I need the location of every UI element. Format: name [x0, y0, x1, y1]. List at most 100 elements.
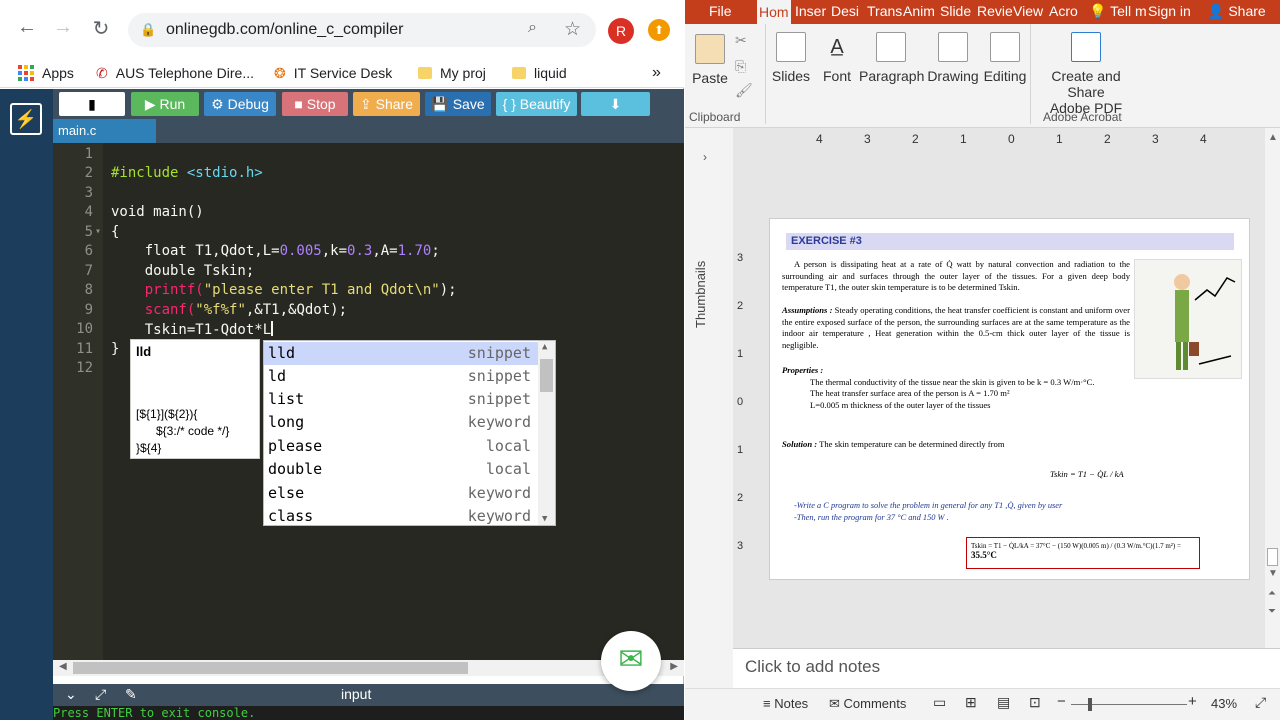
new-file-button[interactable]: ▮	[59, 92, 125, 116]
bookmark-apps[interactable]: Apps	[18, 59, 74, 87]
paste-button[interactable]: Paste	[691, 24, 729, 86]
console-output[interactable]: Press ENTER to exit console.	[53, 706, 684, 720]
ac-word: list	[268, 390, 305, 408]
tab-acrobat[interactable]: Acro	[1049, 3, 1078, 19]
create-share-pdf-button[interactable]: Create and Share Adobe PDF	[1033, 24, 1139, 116]
profile-avatar[interactable]: R	[608, 18, 634, 44]
stop-button[interactable]: ■ Stop	[282, 92, 348, 116]
url-bar[interactable]: 🔒 onlinegdb.com/online_c_compiler ⌕ ☆	[128, 13, 596, 47]
tab-home[interactable]: Hom	[757, 0, 791, 24]
code-token: ;	[431, 243, 440, 259]
sign-in-link[interactable]: Sign in	[1148, 3, 1191, 19]
drawing-button[interactable]: Drawing	[927, 24, 979, 84]
share-button[interactable]: ⇪ Share	[353, 92, 420, 116]
back-icon[interactable]: ←	[14, 16, 40, 39]
tab-view[interactable]: View	[1013, 3, 1043, 19]
comments-toggle[interactable]: ✉ Comments	[829, 696, 906, 712]
slide-scroll-thumb[interactable]	[1267, 548, 1278, 566]
input-label[interactable]: input	[341, 686, 371, 702]
tab-design[interactable]: Desi	[831, 3, 859, 19]
slide-vertical-scrollbar[interactable]: ▲ ▼ ⏶ ⏷	[1265, 128, 1280, 688]
reload-icon[interactable]: ↻	[88, 16, 114, 41]
share-button[interactable]: 👤 Share	[1207, 3, 1266, 20]
bookmark-liquid[interactable]: liquid	[512, 59, 567, 87]
scroll-up-icon[interactable]: ▲	[542, 342, 547, 352]
scroll-down-icon[interactable]: ▼	[542, 514, 547, 524]
scroll-up-icon[interactable]: ▲	[1268, 132, 1278, 143]
next-slide-icon[interactable]: ⏷	[1268, 606, 1276, 617]
download-button[interactable]: ⬇	[581, 92, 650, 116]
slides-button[interactable]: Slides	[771, 24, 811, 84]
feedback-mail-button[interactable]: ✉	[601, 631, 661, 691]
scroll-left-icon[interactable]: ◀	[59, 661, 67, 672]
bookmark-it-service-desk[interactable]: ❂ IT Service Desk	[274, 59, 392, 87]
reading-view-icon[interactable]: ▤	[997, 694, 1010, 711]
bookmark-star-icon[interactable]: ☆	[564, 18, 581, 41]
slideshow-icon[interactable]: ⊡	[1029, 694, 1041, 711]
autocomplete-scrollbar[interactable]: ▲ ▼	[538, 341, 555, 525]
autocomplete-item[interactable]: ld snippet	[264, 365, 539, 388]
autocomplete-item[interactable]: please local	[264, 435, 539, 458]
tab-animations[interactable]: Anim	[903, 3, 935, 19]
expand-thumbnails-icon[interactable]: ›	[703, 150, 707, 164]
tab-insert[interactable]: Inser	[795, 3, 826, 19]
slide[interactable]: EXERCISE #3 A person is dissipating heat…	[769, 218, 1250, 580]
beautify-button[interactable]: { } Beautify	[496, 92, 577, 116]
zoom-level[interactable]: 43%	[1211, 696, 1237, 711]
scroll-down-icon[interactable]: ▼	[1268, 568, 1278, 579]
autocomplete-item[interactable]: list snippet	[264, 388, 539, 411]
notes-toggle[interactable]: ≡ Notes	[763, 696, 808, 711]
expand-icon[interactable]: ⤢	[95, 686, 106, 703]
paragraph-button[interactable]: Paragraph	[859, 24, 924, 84]
format-painter-icon[interactable]: 🖌	[735, 82, 753, 99]
tab-main-c[interactable]: main.c	[53, 119, 156, 143]
code-editor[interactable]: 1 2 3 4 5 ▾ 6 7 8 9 10 11 12 #include <s…	[53, 143, 684, 660]
extension-icon[interactable]: ⬆	[648, 19, 670, 41]
tab-transitions[interactable]: Trans	[867, 3, 902, 19]
tab-slideshow[interactable]: Slide	[940, 3, 971, 19]
chevron-down-icon[interactable]: ⌄	[65, 686, 77, 703]
slide-sorter-icon[interactable]: ⊞	[965, 694, 977, 711]
tell-me-search[interactable]: 💡 Tell m	[1089, 3, 1147, 20]
editing-button[interactable]: Editing	[983, 24, 1027, 84]
autocomplete-item[interactable]: lld snippet	[264, 342, 539, 365]
normal-view-icon[interactable]: ▭	[933, 694, 946, 711]
cut-icon[interactable]: ✂	[735, 32, 747, 49]
ac-word: ld	[268, 367, 287, 385]
font-button[interactable]: A̲ Font	[821, 24, 853, 84]
slide-paragraph-solution: Solution : The skin temperature can be d…	[782, 439, 1130, 451]
line-number: 12	[76, 360, 93, 376]
zoom-out-icon[interactable]: −	[1057, 693, 1066, 710]
horizontal-scroll-thumb[interactable]	[73, 662, 468, 674]
zoom-in-icon[interactable]: +	[1188, 693, 1197, 710]
run-button[interactable]: ▶ Run	[131, 92, 199, 116]
autocomplete-item[interactable]: class keyword	[264, 505, 539, 528]
forward-icon[interactable]: →	[50, 16, 76, 39]
notes-pane[interactable]: Click to add notes	[733, 648, 1280, 688]
previous-slide-icon[interactable]: ⏶	[1268, 588, 1276, 599]
tab-review[interactable]: Revie	[977, 3, 1013, 19]
clear-console-icon[interactable]: ✎	[125, 686, 137, 703]
onlinegdb-logo-icon[interactable]: ⚡	[10, 103, 42, 135]
tab-file[interactable]: File	[709, 3, 732, 19]
editor-horizontal-scrollbar[interactable]: ◀ ▶	[53, 660, 684, 676]
debug-button[interactable]: ⚙ Debug	[204, 92, 276, 116]
zoom-slider-thumb[interactable]	[1088, 698, 1092, 711]
fit-slide-icon[interactable]: ⤢	[1255, 694, 1266, 711]
autocomplete-scroll-thumb[interactable]	[540, 359, 553, 392]
scroll-right-icon[interactable]: ▶	[670, 661, 678, 672]
line-gutter: 1 2 3 4 5 ▾ 6 7 8 9 10 11 12	[53, 143, 103, 660]
bookmark-aus-telephone[interactable]: ✆ AUS Telephone Dire...	[96, 59, 254, 87]
zoom-icon[interactable]: ⌕	[528, 19, 537, 37]
fold-arrow-icon[interactable]: ▾	[95, 226, 101, 237]
url-text[interactable]: onlinegdb.com/online_c_compiler	[166, 21, 403, 39]
autocomplete-item[interactable]: long keyword	[264, 411, 539, 434]
more-bookmarks-button[interactable]: »	[652, 59, 661, 87]
bookmark-my-proj[interactable]: My proj	[418, 59, 486, 87]
thumbnails-pane: › Thumbnails	[685, 128, 733, 688]
slide-canvas: 4 3 2 1 0 1 2 3 4 3 2 1 0 1 2 3 EXERCISE…	[733, 128, 1265, 648]
autocomplete-item[interactable]: double local	[264, 458, 539, 481]
save-button[interactable]: 💾 Save	[425, 92, 491, 116]
autocomplete-item[interactable]: else keyword	[264, 482, 539, 505]
copy-icon[interactable]: ⎘	[735, 58, 746, 75]
